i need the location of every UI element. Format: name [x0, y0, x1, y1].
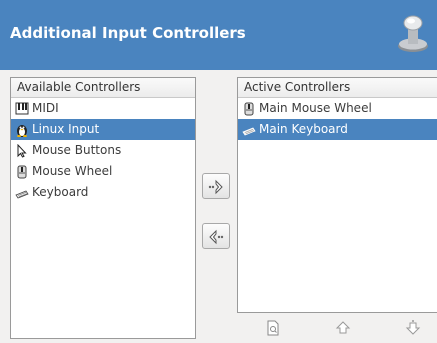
joystick-icon	[398, 15, 428, 52]
active-item-main-keyboard[interactable]: Main Keyboard	[238, 119, 437, 140]
arrow-right-icon	[208, 179, 223, 195]
available-item-label: Keyboard	[32, 185, 89, 199]
keyboard-icon	[15, 190, 29, 198]
move-down-icon[interactable]	[404, 319, 422, 337]
available-item-label: Mouse Buttons	[32, 143, 122, 157]
mouse-pointer-icon	[17, 143, 27, 158]
available-item-keyboard[interactable]: Keyboard	[11, 182, 195, 203]
available-item-label: Mouse Wheel	[32, 164, 113, 178]
available-item-mouse-buttons[interactable]: Mouse Buttons	[11, 140, 195, 161]
active-controllers-list[interactable]: Active Controllers Main Mouse Wheel Main…	[237, 77, 437, 313]
dialog-title: Additional Input Controllers	[10, 24, 246, 42]
active-item-label: Main Mouse Wheel	[259, 101, 372, 115]
keyboard-icon	[242, 127, 256, 135]
available-item-label: MIDI	[32, 101, 59, 115]
midi-icon	[15, 102, 29, 114]
remove-controller-button[interactable]	[202, 223, 230, 249]
mouse-wheel-icon	[244, 102, 254, 115]
mouse-wheel-icon	[17, 165, 27, 178]
add-controller-button[interactable]	[202, 173, 230, 199]
available-controllers-list[interactable]: Available Controllers MIDI Linux Input M…	[10, 77, 196, 339]
available-item-linux-input[interactable]: Linux Input	[11, 119, 195, 140]
move-up-icon[interactable]	[334, 319, 352, 337]
edit-controller-icon[interactable]	[264, 319, 282, 337]
active-item-main-mouse-wheel[interactable]: Main Mouse Wheel	[238, 98, 437, 119]
dialog-header: Additional Input Controllers	[0, 0, 437, 70]
available-controllers-header[interactable]: Available Controllers	[11, 78, 195, 98]
linux-input-icon	[17, 124, 27, 137]
arrow-left-icon	[209, 229, 224, 245]
available-item-label: Linux Input	[32, 122, 100, 136]
available-item-mouse-wheel[interactable]: Mouse Wheel	[11, 161, 195, 182]
active-item-label: Main Keyboard	[259, 122, 348, 136]
available-item-midi[interactable]: MIDI	[11, 98, 195, 119]
active-controllers-header[interactable]: Active Controllers	[238, 78, 437, 98]
